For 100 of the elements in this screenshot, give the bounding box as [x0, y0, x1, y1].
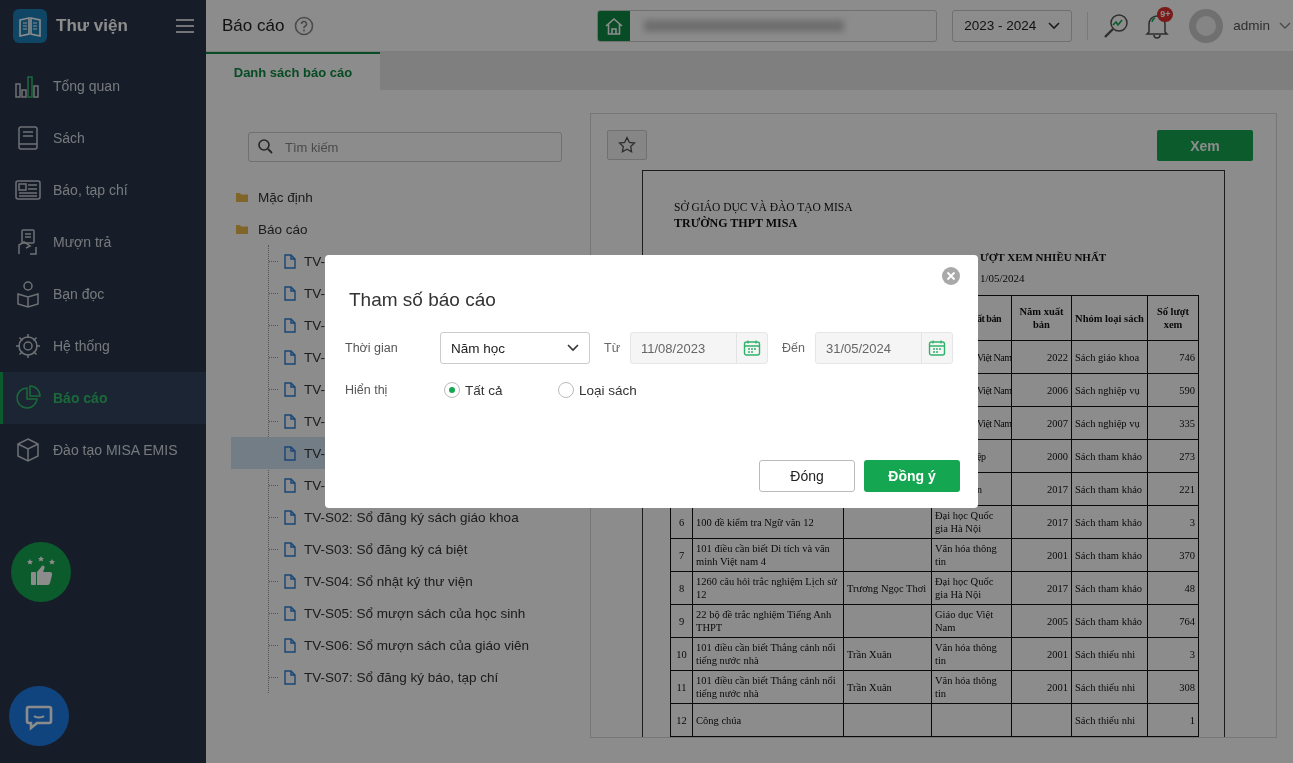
- table-cell: Sách tham khảo: [1071, 472, 1148, 506]
- school-field[interactable]: [597, 9, 938, 42]
- tree-folder[interactable]: Báo cáo: [230, 213, 308, 245]
- folder-icon: [236, 224, 248, 234]
- settings-icon: [14, 332, 42, 360]
- calendar-icon: [743, 339, 761, 357]
- field-label: Từ: [604, 341, 620, 355]
- dialog-title: Tham số báo cáo: [349, 289, 496, 311]
- chevron-down-icon[interactable]: [1279, 21, 1291, 30]
- document-icon: [284, 637, 296, 653]
- cube-icon: [14, 436, 42, 464]
- tree-item[interactable]: TV-S02: Sổ đăng ký sách giáo khoa: [278, 501, 527, 533]
- table-cell: 8: [670, 571, 693, 605]
- favorite-button[interactable]: [607, 130, 647, 160]
- sidebar-item[interactable]: Mượn trả: [0, 216, 206, 268]
- notification-badge: 9+: [1157, 6, 1174, 22]
- tree-item[interactable]: TV-S07: Sổ đăng ký báo, tạp chí: [278, 661, 507, 693]
- tree-item[interactable]: TV-S05: Sổ mượn sách của học sinh: [278, 597, 534, 629]
- table-cell: Trần Xuân: [843, 670, 932, 704]
- star-icon: [618, 136, 636, 154]
- table-cell: Sách tham khảo: [1071, 439, 1148, 473]
- document-icon: [284, 285, 296, 301]
- sidebar-item[interactable]: Đào tạo MISA EMIS: [0, 424, 206, 476]
- table-cell: 221: [1147, 472, 1199, 506]
- table-cell: Sách tham khảo: [1071, 538, 1148, 572]
- table-cell: 48: [1147, 571, 1199, 605]
- school-year-select[interactable]: 2023 - 2024: [952, 9, 1073, 42]
- help-icon[interactable]: [294, 15, 315, 36]
- table-cell: Sách thiếu nhi: [1071, 670, 1148, 704]
- menu-icon[interactable]: [176, 18, 194, 34]
- table-cell: 2022: [1011, 340, 1072, 374]
- close-button[interactable]: Đóng: [759, 460, 855, 492]
- sidebar-item[interactable]: Bạn đọc: [0, 268, 206, 320]
- close-icon[interactable]: [942, 267, 960, 285]
- table-cell: 12: [670, 703, 693, 737]
- table-cell: 10: [670, 637, 693, 671]
- home-icon: [604, 15, 625, 36]
- table-cell: 3: [1147, 505, 1199, 539]
- column-header: Năm xuất bản: [1011, 295, 1072, 341]
- sidebar-item[interactable]: Hệ thống: [0, 320, 206, 372]
- search-icon: [258, 139, 273, 154]
- department-name: SỞ GIÁO DỤC VÀ ĐÀO TẠO MISA: [673, 201, 854, 213]
- table-cell: Sách tham khảo: [1071, 604, 1148, 638]
- tree-item[interactable]: TV-: [278, 469, 333, 501]
- radio-label[interactable]: Tất cả: [465, 382, 503, 398]
- table-cell: 2005: [1011, 604, 1072, 638]
- radio-label[interactable]: Loại sách: [579, 382, 637, 398]
- tree-item[interactable]: TV-: [278, 405, 333, 437]
- bell-icon[interactable]: [1145, 12, 1170, 39]
- document-icon: [284, 605, 296, 621]
- sidebar-item[interactable]: Sách: [0, 112, 206, 164]
- sidebar-item[interactable]: Báo, tạp chí: [0, 164, 206, 216]
- table-cell: 335: [1147, 406, 1199, 440]
- tree-item[interactable]: TV-: [278, 341, 333, 373]
- school-name: TRƯỜNG THPT MISA: [673, 216, 799, 231]
- table-cell: 22 bộ đề trắc nghiệm Tiếng Anh THPT: [692, 604, 844, 638]
- document-icon: [284, 477, 296, 493]
- tree-item[interactable]: TV-: [278, 309, 333, 341]
- table-cell: 1260 câu hỏi trắc nghiệm Lịch sử 12: [692, 571, 844, 605]
- tree-item[interactable]: TV-: [278, 373, 333, 405]
- document-icon: [284, 253, 296, 269]
- search-field[interactable]: Tìm kiếm: [248, 132, 562, 162]
- tree-item[interactable]: TV-: [278, 277, 333, 309]
- confirm-button[interactable]: Đồng ý: [864, 460, 960, 492]
- search-chart-icon[interactable]: [1103, 12, 1130, 39]
- table-cell: 11: [670, 670, 693, 704]
- table-cell: 590: [1147, 373, 1199, 407]
- radio-button[interactable]: [444, 382, 460, 398]
- user-name[interactable]: admin: [1233, 18, 1270, 33]
- table-cell: Sách thiếu nhi: [1071, 703, 1148, 737]
- tree-item[interactable]: TV-: [278, 245, 333, 277]
- document-icon: [284, 541, 296, 557]
- table-cell: 764: [1147, 604, 1199, 638]
- tab[interactable]: Danh sách báo cáo: [206, 52, 380, 90]
- sidebar-item[interactable]: Tổng quan: [0, 60, 206, 112]
- table-cell: 2001: [1011, 670, 1072, 704]
- table-cell: Giáo dục Việt Nam: [931, 604, 1012, 638]
- tree-item[interactable]: TV-S06: Sổ mượn sách của giáo viên: [278, 629, 537, 661]
- table-cell: 2017: [1011, 472, 1072, 506]
- radio-button[interactable]: [558, 382, 574, 398]
- table-cell: 273: [1147, 439, 1199, 473]
- tree-item[interactable]: TV-S04: Sổ nhật ký thư viện: [278, 565, 481, 597]
- table-cell: Sách tham khảo: [1071, 571, 1148, 605]
- period-select[interactable]: Năm học: [440, 332, 590, 364]
- document-icon: [284, 413, 296, 429]
- document-icon: [284, 445, 296, 461]
- table-cell: 9: [670, 604, 693, 638]
- table-cell: Sách nghiệp vụ: [1071, 373, 1148, 407]
- pie-chart-icon: [14, 384, 42, 412]
- table-cell: Văn hóa thông tin: [931, 538, 1012, 572]
- field-label: Thời gian: [345, 341, 399, 355]
- table-cell: Sách tham khảo: [1071, 505, 1148, 539]
- table-cell: 746: [1147, 340, 1199, 374]
- tree-item[interactable]: TV-S03: Sổ đăng ký cá biệt: [278, 533, 476, 565]
- reader-icon: [14, 280, 42, 308]
- report-title: ƯỢT XEM NHIỀU NHẤT: [980, 251, 1107, 263]
- tree-folder[interactable]: Mặc định: [230, 181, 313, 213]
- table-cell: Văn hóa thông tin: [931, 670, 1012, 704]
- table-cell: Trương Ngọc Thơi: [843, 571, 932, 605]
- field-label: Đến: [782, 341, 805, 355]
